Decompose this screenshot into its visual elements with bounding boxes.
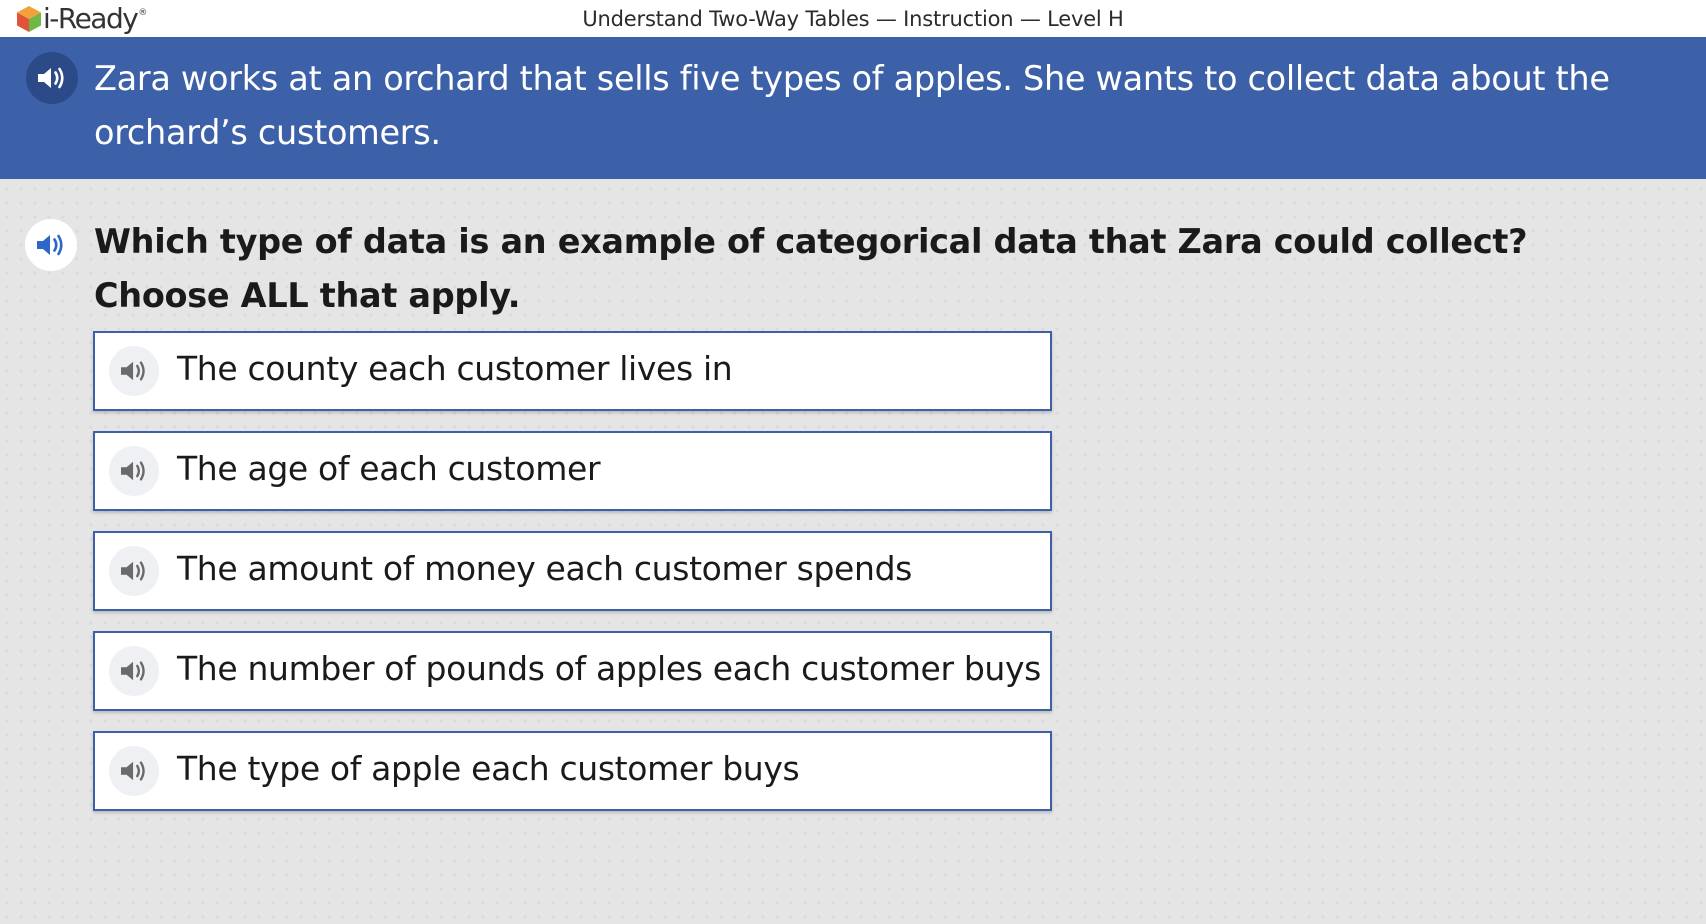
speaker-icon	[121, 361, 145, 381]
answer-choice-county[interactable]: The county each customer lives in	[93, 331, 1052, 411]
choice-audio-button[interactable]	[109, 646, 159, 696]
prompt-banner: Zara works at an orchard that sells five…	[0, 37, 1706, 179]
answer-choice-pounds[interactable]: The number of pounds of apples each cust…	[93, 631, 1052, 711]
question-line: Which type of data is an example of cate…	[94, 222, 1528, 261]
top-bar: i-Ready ® Understand Two-Way Tables — In…	[0, 0, 1706, 37]
answer-choices: The county each customer lives in The ag…	[93, 331, 1052, 831]
choice-audio-button[interactable]	[109, 546, 159, 596]
answer-choice-money[interactable]: The amount of money each customer spends	[93, 531, 1052, 611]
choice-label: The type of apple each customer buys	[177, 749, 800, 788]
speaker-icon	[121, 561, 145, 581]
choice-label: The amount of money each customer spends	[177, 549, 913, 588]
prompt-text: Zara works at an orchard that sells five…	[94, 59, 1610, 152]
choice-label: The county each customer lives in	[177, 349, 733, 388]
speaker-icon	[121, 461, 145, 481]
speaker-icon	[38, 67, 64, 89]
choice-audio-button[interactable]	[109, 446, 159, 496]
answer-choice-age[interactable]: The age of each customer	[93, 431, 1052, 511]
answer-choice-apple-type[interactable]: The type of apple each customer buys	[93, 731, 1052, 811]
prompt-audio-button[interactable]	[26, 52, 78, 104]
question-text: Which type of data is an example of cate…	[94, 215, 1594, 323]
speaker-icon	[121, 761, 145, 781]
choice-audio-button[interactable]	[109, 346, 159, 396]
question-audio-button[interactable]	[25, 219, 77, 271]
question-instruction: Choose ALL that apply.	[94, 276, 521, 315]
lesson-title: Understand Two-Way Tables — Instruction …	[582, 7, 1124, 31]
speaker-icon	[37, 234, 63, 256]
choice-label: The age of each customer	[177, 449, 601, 488]
choice-audio-button[interactable]	[109, 746, 159, 796]
speaker-icon	[121, 661, 145, 681]
choice-label: The number of pounds of apples each cust…	[177, 649, 1042, 688]
